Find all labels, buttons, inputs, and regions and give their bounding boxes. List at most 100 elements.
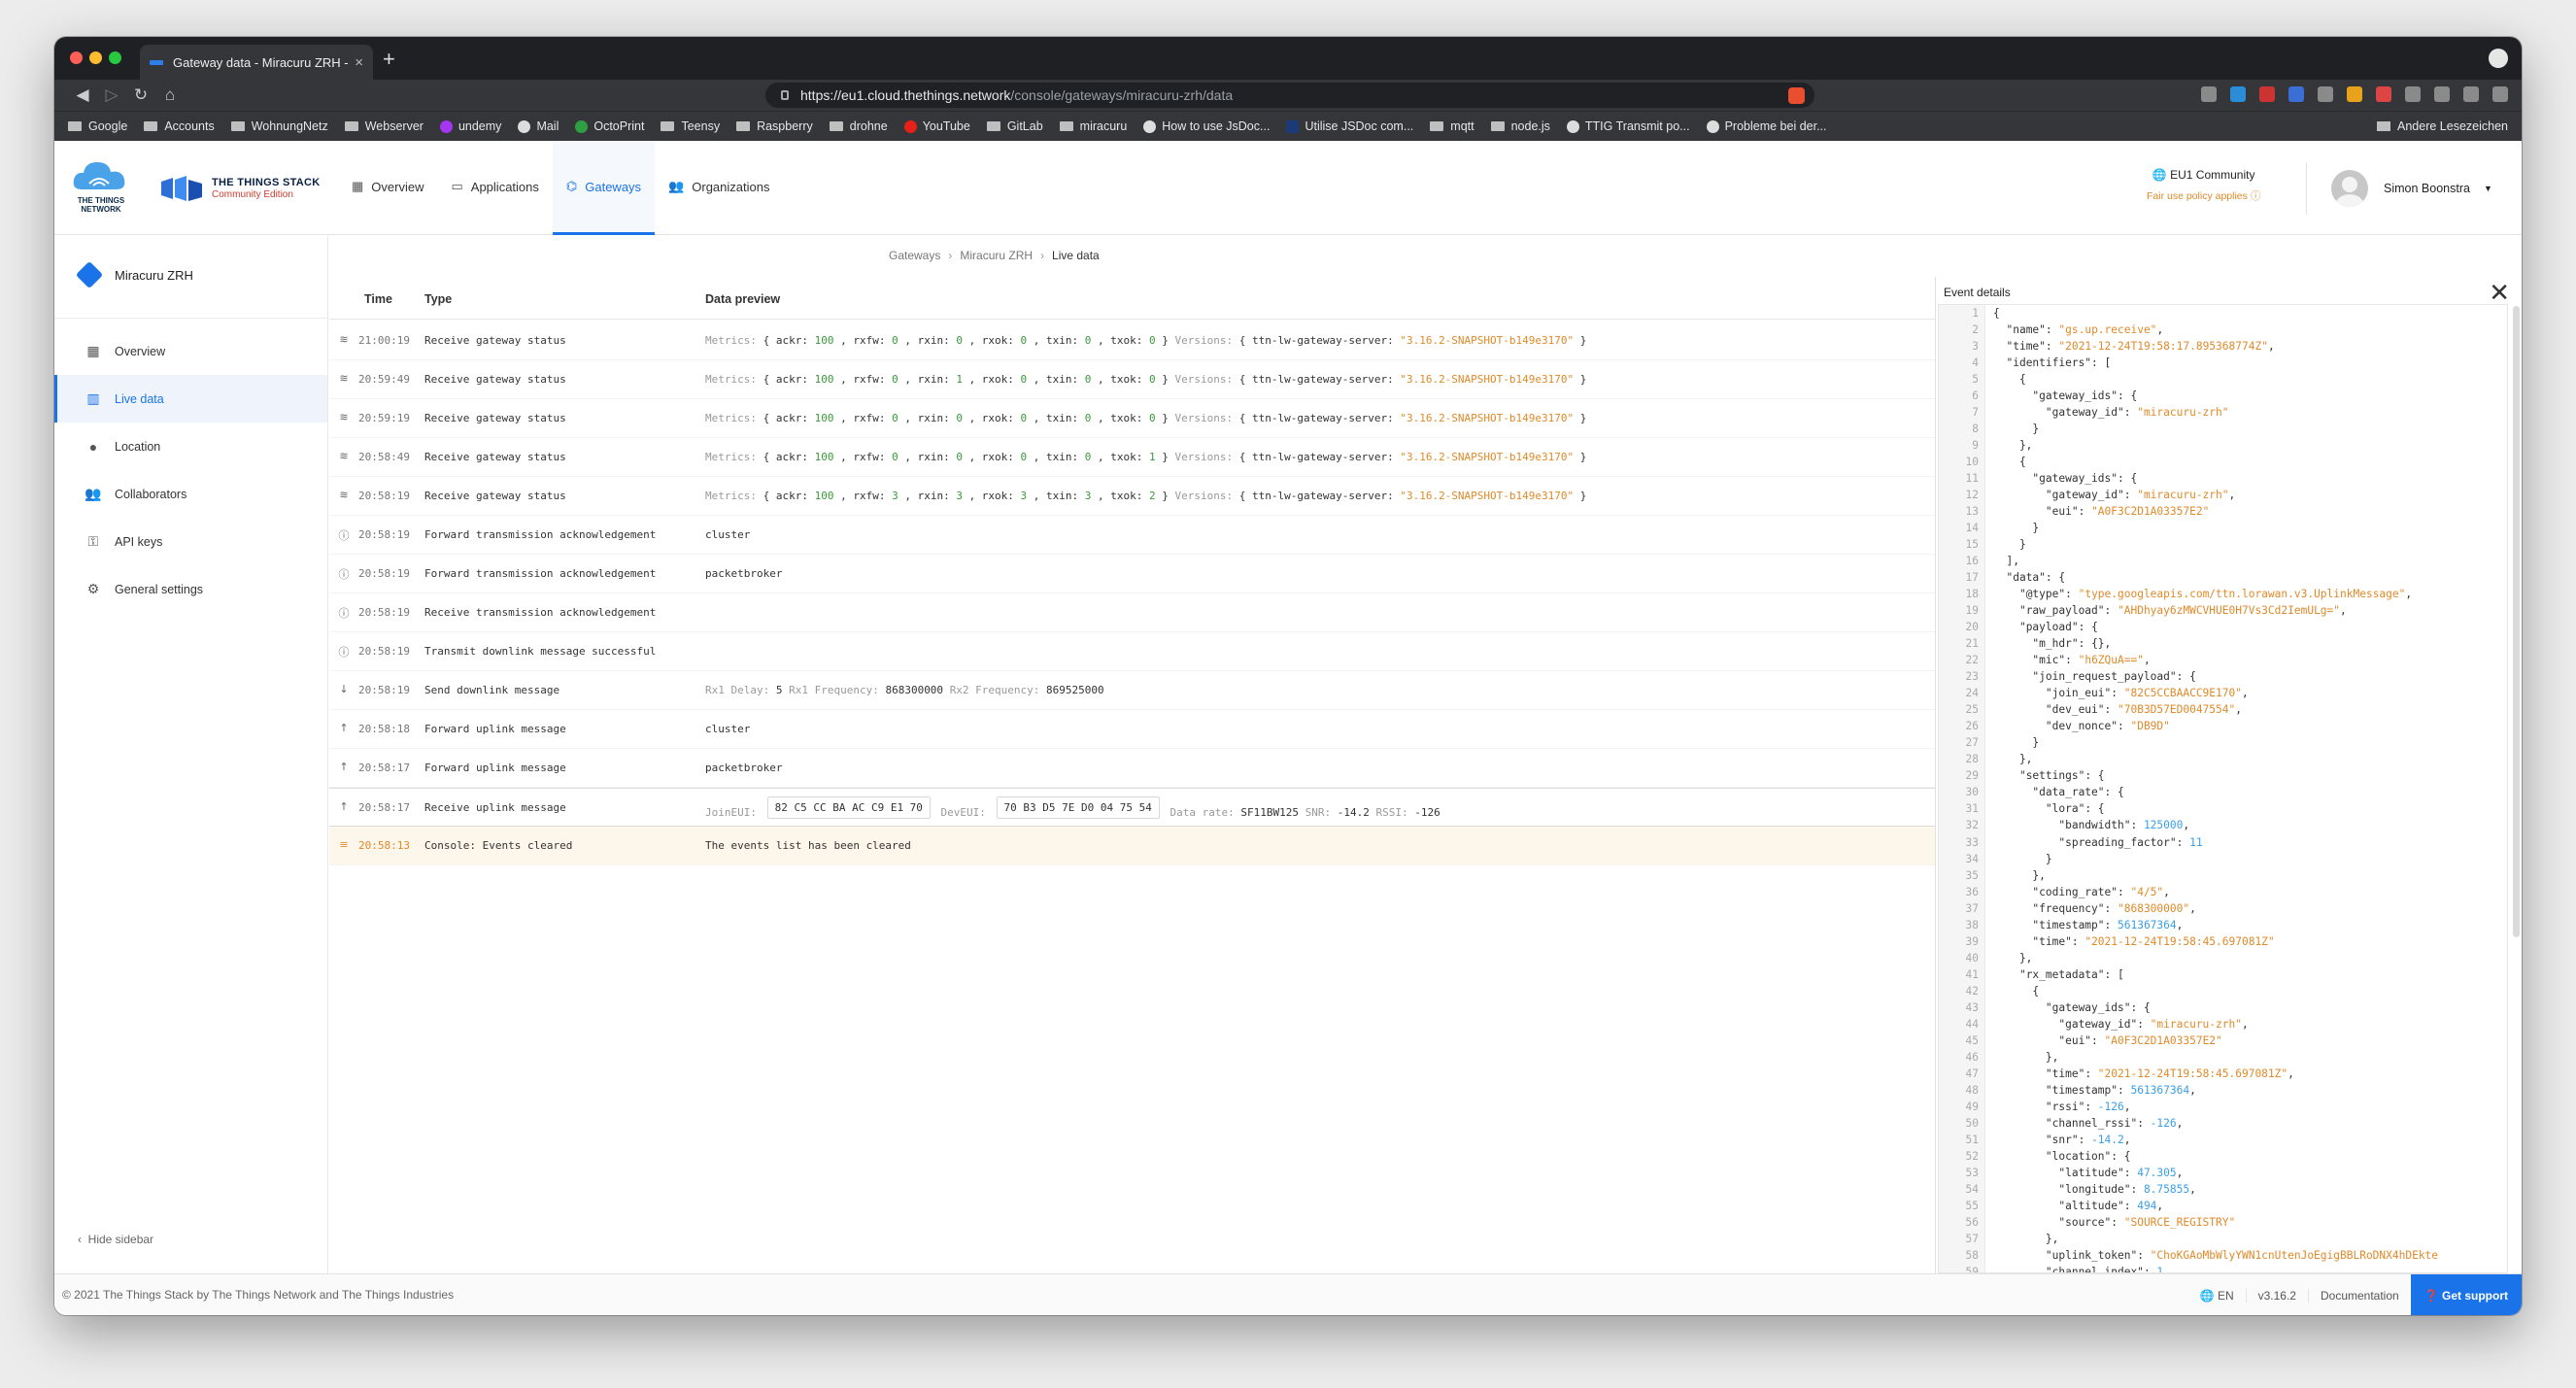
event-row[interactable]: ↑ 20:58:17 Receive uplink message JoinEUI: … [329,788,1935,827]
nav-gateways[interactable]: ⌬ Gateways [552,141,656,235]
menu-icon[interactable] [2492,86,2508,102]
tts-logo-icon[interactable] [159,176,204,201]
sidebar-item-location[interactable]: ● Location [54,423,327,470]
address-bar[interactable]: https://eu1.cloud.thethings.network/cons… [765,83,1814,108]
language-selector[interactable]: 🌐 EN [2188,1289,2246,1303]
extension-icon[interactable] [2318,86,2333,102]
json-line: "data": { [2006,571,2066,585]
event-row[interactable]: ↑ 20:58:18 Forward uplink message cluster [329,710,1935,749]
json-line: "spreading_factor": 11 [2058,835,2203,849]
tab-close-icon[interactable]: × [355,54,363,71]
user-menu[interactable]: Simon Boonstra ▼ [2331,170,2492,207]
minimize-window-dot[interactable] [89,51,102,64]
folder-icon [2377,121,2391,131]
extension-icon[interactable] [2347,86,2362,102]
maximize-window-dot[interactable] [109,51,121,64]
event-time: 20:58:49 [358,451,410,463]
event-json-viewer[interactable]: 1 2 3 4 5 6 7 8 9 10 11 12 13 14 15 16 1… [1938,304,2508,1273]
documentation-link[interactable]: Documentation [2307,1288,2411,1303]
event-row[interactable]: ≡ 20:58:13 Console: Events cleared The even… [329,827,1935,865]
bookmark-item[interactable]: TTIG Transmit po... [1566,119,1690,133]
bookmark-item[interactable]: Probleme bei der... [1706,119,1827,133]
browser-tab[interactable]: Gateway data - Miracuru ZRH - × [140,45,373,80]
bookmark-item[interactable]: Webserver [344,119,424,133]
extension-icon[interactable] [2201,86,2217,102]
bookmark-item[interactable]: OctoPrint [575,119,644,133]
bookmark-item[interactable]: GitLab [986,119,1043,133]
sidebar-item-api-keys[interactable]: ⚿ API keys [54,518,327,565]
hide-sidebar-button[interactable]: ‹ Hide sidebar [78,1233,153,1246]
scrollbar[interactable] [2513,306,2520,937]
bookmark-item[interactable]: Raspberry [736,119,813,133]
extension-icon[interactable] [2259,86,2275,102]
preview-segment: The events list has been cleared [705,839,911,852]
breadcrumb-gateway[interactable]: Miracuru ZRH [960,249,1033,262]
nav-applications[interactable]: ▭ Applications [437,141,552,235]
bookmark-item[interactable]: Teensy [661,119,720,133]
event-row[interactable]: ≋ 21:00:19 Receive gateway status Metrics: … [329,322,1935,360]
sidebar-item-collaborators[interactable]: 👥 Collaborators [54,470,327,518]
preview-segment: "3.16.2-SNAPSHOT-b149e3170" [1400,451,1575,463]
breadcrumb: Gateways › Miracuru ZRH › Live data [889,249,1100,262]
new-tab-icon[interactable]: + [383,47,395,72]
event-row[interactable]: ⓘ 20:58:19 Forward transmission acknowledg… [329,555,1935,593]
sidebar-item-live-data[interactable]: ▥ Live data [54,375,327,423]
event-row[interactable]: ↓ 20:58:19 Send downlink message Rx1 Delay:… [329,671,1935,710]
bookmark-item[interactable]: Google [68,119,127,133]
bookmark-item[interactable]: How to use JsDoc... [1143,119,1270,133]
bookmark-item[interactable]: Accounts [144,119,215,133]
event-row[interactable]: ⓘ 20:58:19 Receive transmission acknowledg… [329,593,1935,632]
event-preview: Rx1 Delay: 5 Rx1 Frequency: 868300000 Rx… [705,684,1104,696]
ttn-cloud-logo-icon[interactable] [72,158,126,193]
brave-shield-icon[interactable] [1788,87,1805,104]
eui-value[interactable]: 70 B3 D5 7E D0 04 75 54 [996,796,1160,819]
preview-segment: 0 [1149,334,1156,347]
back-icon[interactable]: ◀ [68,85,97,105]
event-row[interactable]: ≋ 20:59:49 Receive gateway status Metrics: … [329,360,1935,399]
extension-icon[interactable] [2288,86,2304,102]
event-json: { "name": "gs.up.receive", "time": "2021… [1993,305,2438,1272]
sidebar-item-overview[interactable]: ▦ Overview [54,327,327,375]
sidepanel-icon[interactable] [2434,86,2450,102]
event-row[interactable]: ⓘ 20:58:19 Transmit downlink message succe… [329,632,1935,671]
get-support-button[interactable]: ❓ Get support [2410,1274,2522,1315]
bookmark-item[interactable]: YouTube [903,119,970,133]
bookmark-item[interactable]: undemy [439,119,501,133]
event-row[interactable]: ≋ 20:58:19 Receive gateway status Metrics: … [329,477,1935,516]
sidebar-item-general-settings[interactable]: ⚙ General settings [54,565,327,613]
bookmark-item[interactable]: Mail [518,119,559,133]
bookmark-item[interactable]: mqtt [1430,119,1474,133]
event-row[interactable]: ⓘ 20:58:19 Forward transmission acknowledg… [329,516,1935,555]
bookmark-item[interactable]: node.js [1490,119,1550,133]
sidebar-item-label: Overview [115,344,166,358]
close-window-dot[interactable] [70,51,83,64]
folder-icon [230,121,245,131]
preview-segment: Versions: [1174,373,1234,386]
arrow-down-icon: ↓ [339,683,349,695]
wallet-icon[interactable] [2463,86,2479,102]
reload-icon[interactable]: ↻ [126,85,155,105]
event-row[interactable]: ≋ 20:58:49 Receive gateway status Metrics: … [329,438,1935,477]
puzzle-icon[interactable] [2405,86,2421,102]
forward-icon[interactable]: ▷ [97,85,126,105]
bookmark-label: Probleme bei der... [1724,119,1827,133]
eui-value[interactable]: 82 C5 CC BA AC C9 E1 70 [766,796,931,819]
browser-toolbar: ◀ ▷ ↻ ⌂ https://eu1.cloud.thethings.netw… [54,80,2522,111]
browser-profile-icon[interactable] [2489,49,2508,68]
breadcrumb-gateways[interactable]: Gateways [889,249,940,262]
fair-use-note[interactable]: Fair use policy applies [2147,190,2248,202]
cluster-indicator[interactable]: 🌐 EU1 Community Fair use policy applies … [2147,168,2260,203]
bookmark-item[interactable]: WohnungNetz [230,119,328,133]
bookmark-item[interactable]: miracuru [1059,119,1127,133]
nav-overview[interactable]: ▦ Overview [338,141,437,235]
bookmark-item[interactable]: Utilise JSDoc com... [1286,119,1413,133]
extension-icon[interactable] [2376,86,2391,102]
ttn-icon [1566,119,1579,133]
extension-icon[interactable] [2230,86,2246,102]
other-bookmarks[interactable]: Andere Lesezeichen [2377,119,2508,133]
event-row[interactable]: ↑ 20:58:17 Forward uplink message packetbro… [329,749,1935,788]
home-icon[interactable]: ⌂ [155,85,185,105]
event-row[interactable]: ≋ 20:59:19 Receive gateway status Metrics: … [329,399,1935,438]
nav-organizations[interactable]: 👥 Organizations [655,141,783,235]
bookmark-item[interactable]: drohne [829,119,888,133]
